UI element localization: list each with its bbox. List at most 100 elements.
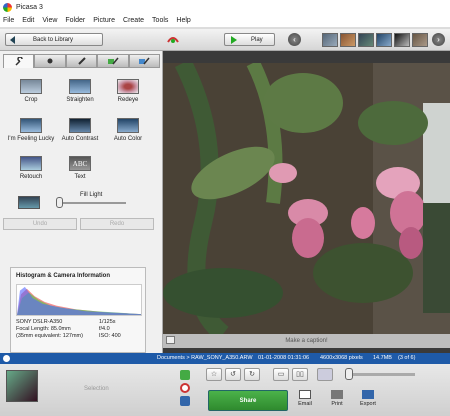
retouch-label: Retouch	[19, 174, 43, 180]
straighten-tool[interactable]: Straighten	[55, 79, 105, 103]
hold-pin-icon[interactable]	[180, 370, 190, 380]
print-icon	[331, 390, 343, 399]
tab-effects-3[interactable]	[128, 54, 161, 68]
status-position: (3 of 6)	[398, 355, 416, 361]
undo-button[interactable]: Undo	[3, 218, 77, 230]
edit-tabs	[3, 54, 161, 68]
redeye-tool[interactable]: Redeye	[103, 79, 153, 103]
status-bar: Documents > RAW_SONY_A350.ARW 01-01-2008…	[0, 353, 450, 364]
star-button[interactable]: ☆	[206, 368, 222, 381]
caption-bar[interactable]: Make a caption!	[163, 334, 450, 348]
next-photo-button[interactable]: ›	[432, 33, 445, 46]
photo-tray: Selection ☆ ↺ ↻ ▭ ▯▯ Share Email Print E…	[0, 364, 450, 416]
fill-light-icon	[18, 196, 40, 209]
fill-light-slider-handle[interactable]	[56, 197, 63, 208]
window-title: Picasa 3	[16, 3, 43, 11]
email-button[interactable]: Email	[290, 390, 320, 407]
back-to-library-label: Back to Library	[33, 36, 74, 43]
status-date: 01-01-2008 01:31:06	[258, 355, 310, 361]
menu-tools[interactable]: Tools	[152, 17, 168, 24]
text-abc-icon: ABC	[69, 156, 91, 171]
camera-model: SONY DSLR-A350	[16, 319, 63, 325]
focal-equivalent: (35mm equivalent: 127mm)	[16, 333, 83, 339]
auto-color-tool[interactable]: Auto Color	[103, 118, 153, 142]
rotate-left-button[interactable]: ↺	[225, 368, 241, 381]
tray-label: Selection	[84, 386, 109, 392]
slideshow-icon[interactable]	[167, 34, 179, 44]
play-button[interactable]: Play	[224, 33, 275, 46]
back-arrow-icon	[10, 35, 15, 44]
feeling-lucky-icon	[20, 118, 42, 133]
histogram-title: Histogram & Camera Information	[16, 273, 111, 279]
auto-color-label: Auto Color	[113, 136, 143, 142]
menu-help[interactable]: Help	[176, 17, 190, 24]
crop-tool[interactable]: Crop	[6, 79, 56, 103]
status-dimensions: 4600x3068 pixels	[320, 355, 363, 361]
rotate-right-button[interactable]: ↻	[244, 368, 260, 381]
focal-length: Focal Length: 85.0mm	[16, 326, 71, 332]
info-icon[interactable]	[3, 355, 10, 362]
menu-create[interactable]: Create	[123, 17, 144, 24]
menu-picture[interactable]: Picture	[93, 17, 115, 24]
title-bar: Picasa 3	[0, 0, 450, 14]
retouch-icon	[20, 156, 42, 171]
thumbnail[interactable]	[394, 33, 410, 47]
zoom-slider-handle[interactable]	[345, 368, 353, 380]
photo-controls: ☆ ↺ ↻ ▭ ▯▯	[206, 368, 336, 381]
thumbnail[interactable]	[376, 33, 392, 47]
fill-light-slider-track[interactable]	[58, 202, 126, 204]
brush-blue-icon	[139, 57, 150, 65]
menu-file[interactable]: File	[3, 17, 14, 24]
retouch-tool[interactable]: Retouch	[6, 156, 56, 180]
text-label: Text	[74, 174, 86, 180]
thumbnail[interactable]	[322, 33, 338, 47]
clear-icon[interactable]	[180, 383, 190, 393]
straighten-label: Straighten	[66, 97, 94, 103]
tab-effects-2[interactable]	[97, 54, 129, 68]
tab-basic-fixes[interactable]	[3, 54, 35, 68]
email-icon	[299, 390, 311, 399]
menu-folder[interactable]: Folder	[65, 17, 85, 24]
camera-info-right: 1/125s f/4.0 ISO: 400	[99, 319, 121, 340]
share-button[interactable]: Share	[208, 390, 288, 411]
redo-button[interactable]: Redo	[80, 218, 154, 230]
previous-photo-button[interactable]: ‹	[288, 33, 301, 46]
auto-color-icon	[117, 118, 139, 133]
menu-bar: File Edit View Folder Picture Create Too…	[0, 14, 450, 28]
text-tool[interactable]: ABC Text	[55, 156, 105, 180]
back-to-library-button[interactable]: Back to Library	[5, 33, 103, 46]
feeling-lucky-tool[interactable]: I'm Feeling Lucky	[6, 118, 56, 142]
view-compare-button[interactable]: ▯▯	[292, 368, 308, 381]
thumbnail-strip	[322, 33, 430, 47]
menu-edit[interactable]: Edit	[22, 17, 34, 24]
brush-green-icon	[107, 57, 119, 65]
status-size: 14.7MB	[373, 355, 392, 361]
add-to-album-icon[interactable]	[180, 396, 190, 406]
tray-side-icons	[180, 370, 190, 409]
export-button[interactable]: Export	[353, 390, 383, 407]
tab-effects-1[interactable]	[65, 54, 98, 68]
print-label: Print	[331, 401, 343, 407]
redeye-icon	[117, 79, 139, 94]
print-button[interactable]: Print	[322, 390, 352, 407]
caption-placeholder: Make a caption!	[285, 338, 328, 344]
export-label: Export	[360, 401, 376, 407]
zoom-slider-track[interactable]	[347, 373, 415, 376]
auto-contrast-icon	[69, 118, 91, 133]
tab-tuning[interactable]	[34, 54, 66, 68]
redeye-label: Redeye	[117, 97, 139, 103]
email-label: Email	[298, 401, 312, 407]
main-photo[interactable]	[163, 63, 450, 334]
thumbnail[interactable]	[412, 33, 428, 47]
fill-light-label: Fill Light	[80, 192, 103, 198]
histogram-graph	[16, 284, 142, 316]
auto-contrast-label: Auto Contrast	[61, 136, 99, 142]
view-single-button[interactable]: ▭	[273, 368, 289, 381]
thumbnail[interactable]	[358, 33, 374, 47]
sun-icon	[47, 58, 53, 64]
auto-contrast-tool[interactable]: Auto Contrast	[55, 118, 105, 142]
wrench-icon	[15, 56, 23, 66]
tray-thumbnail[interactable]	[6, 370, 38, 402]
menu-view[interactable]: View	[42, 17, 57, 24]
thumbnail[interactable]	[340, 33, 356, 47]
